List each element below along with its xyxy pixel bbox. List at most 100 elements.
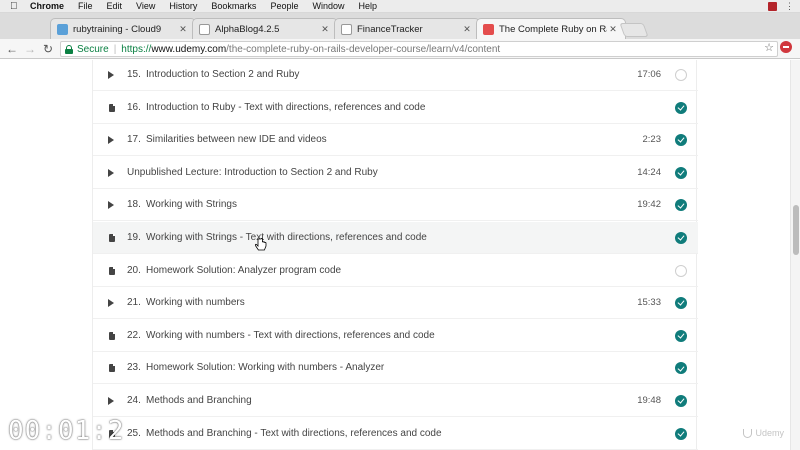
menu-help[interactable]: Help <box>358 0 377 13</box>
lecture-row[interactable]: 23. Homework Solution: Working with numbe… <box>93 352 698 385</box>
incomplete-circle-icon[interactable] <box>675 69 687 81</box>
lecture-number: 20. <box>127 264 141 276</box>
lecture-duration: 17:06 <box>637 69 661 80</box>
lecture-number: 21. <box>127 297 141 309</box>
bookmark-star-icon[interactable]: ☆ <box>764 41 774 54</box>
play-icon <box>108 136 116 145</box>
browser-toolbar: ← → ↻ Secure | https:// www.udemy.com /t… <box>0 39 800 59</box>
close-icon[interactable]: ✕ <box>319 24 331 35</box>
lecture-title[interactable]: Working with numbers - Text with directi… <box>146 330 435 341</box>
completed-check-icon[interactable] <box>675 134 687 147</box>
tab-udemy-course[interactable]: The Complete Ruby on Rails D ✕ <box>476 18 626 39</box>
play-icon <box>108 168 116 177</box>
lecture-row[interactable]: 22. Working with numbers - Text with dire… <box>93 320 698 352</box>
menu-history[interactable]: History <box>169 0 197 13</box>
more-icon[interactable]: ⋮ <box>785 1 794 12</box>
lecture-row[interactable]: 25. Methods and Branching - Text with dir… <box>93 418 698 450</box>
lecture-row[interactable]: Unpublished Lecture: Introduction to Sec… <box>93 157 698 189</box>
completed-check-icon[interactable] <box>675 297 687 310</box>
menu-app-name[interactable]: Chrome <box>30 0 64 13</box>
lecture-number: 22. <box>127 329 141 341</box>
course-content-page: 15. Introduction to Section 2 and Ruby 17:… <box>0 60 800 450</box>
url-host: www.udemy.com <box>151 43 227 55</box>
completed-check-icon[interactable] <box>675 427 687 440</box>
lecture-row[interactable]: 21. Working with numbers 15:33 <box>93 287 698 320</box>
lecture-row[interactable]: 19. Working with Strings - Text with dire… <box>93 222 698 254</box>
close-icon[interactable]: ✕ <box>607 24 619 35</box>
lecture-title[interactable]: Working with Strings <box>146 199 237 210</box>
completed-check-icon[interactable] <box>675 101 687 114</box>
menu-view[interactable]: View <box>136 0 155 13</box>
lecture-title[interactable]: Introduction to Ruby - Text with directi… <box>146 102 425 113</box>
scrollbar-thumb[interactable] <box>793 205 799 255</box>
lecture-title[interactable]: Unpublished Lecture: Introduction to Sec… <box>127 167 378 178</box>
tab-label: AlphaBlog4.2.5 <box>215 23 280 35</box>
tab-financetracker[interactable]: FinanceTracker ✕ <box>334 18 480 39</box>
play-icon <box>108 299 116 308</box>
lecture-title[interactable]: Methods and Branching <box>146 395 252 406</box>
tab-label: The Complete Ruby on Rails D <box>499 23 607 35</box>
tab-alphablog[interactable]: AlphaBlog4.2.5 ✕ <box>192 18 338 39</box>
new-tab-button[interactable] <box>619 23 649 37</box>
lecture-duration: 19:48 <box>637 395 661 406</box>
play-icon <box>108 397 116 405</box>
completed-check-icon[interactable] <box>675 395 687 407</box>
completed-check-icon[interactable] <box>675 232 687 244</box>
extension-icon[interactable] <box>780 41 792 53</box>
lecture-title[interactable]: Homework Solution: Working with numbers … <box>146 362 384 373</box>
completed-check-icon[interactable] <box>675 166 687 179</box>
udemy-icon <box>483 23 494 35</box>
lecture-number: 23. <box>127 362 141 374</box>
lecture-title[interactable]: Working with numbers <box>146 297 245 308</box>
lecture-number: 24. <box>127 395 141 406</box>
incomplete-circle-icon[interactable] <box>675 264 687 277</box>
lecture-title[interactable]: Working with Strings - Text with directi… <box>146 232 427 243</box>
completed-check-icon[interactable] <box>675 199 687 212</box>
lecture-row[interactable]: 20. Homework Solution: Analyzer program c… <box>93 255 698 287</box>
lecture-title[interactable]: Introduction to Section 2 and Ruby <box>146 69 299 80</box>
menu-edit[interactable]: Edit <box>107 0 123 13</box>
play-icon <box>108 201 116 210</box>
divider: | <box>113 43 117 55</box>
lecture-number: 17. <box>127 134 141 146</box>
lecture-row[interactable]: 16. Introduction to Ruby - Text with dire… <box>93 92 698 124</box>
play-icon <box>108 71 116 79</box>
menu-file[interactable]: File <box>78 0 93 13</box>
document-icon <box>108 331 116 340</box>
lecture-title[interactable]: Homework Solution: Analyzer program code <box>146 265 341 276</box>
document-icon <box>108 234 116 242</box>
menu-window[interactable]: Window <box>312 0 344 13</box>
lecture-title[interactable]: Similarities between new IDE and videos <box>146 134 327 145</box>
url-path: /the-complete-ruby-on-rails-developer-co… <box>226 43 501 55</box>
profile-icon[interactable] <box>768 2 777 11</box>
tab-label: FinanceTracker <box>357 23 423 35</box>
video-timecode: 00:01:2 <box>8 416 125 446</box>
lecture-duration: 14:24 <box>637 166 661 178</box>
apple-icon[interactable]:  <box>10 0 20 13</box>
completed-check-icon[interactable] <box>675 362 687 375</box>
tab-cloud9[interactable]: rubytraining - Cloud9 ✕ <box>50 18 196 39</box>
reload-icon[interactable]: ↻ <box>39 42 57 56</box>
lecture-number: 18. <box>127 199 141 211</box>
watermark-label: Udemy <box>755 428 784 438</box>
lecture-row[interactable]: 17. Similarities between new IDE and vide… <box>93 124 698 157</box>
back-icon[interactable]: ← <box>3 42 21 56</box>
lock-icon <box>65 44 73 54</box>
menubar-status: ⋮ <box>768 1 794 12</box>
lecture-number: 15. <box>127 69 141 80</box>
secure-label: Secure <box>77 43 109 55</box>
page-scrollbar[interactable] <box>790 60 800 450</box>
completed-check-icon[interactable] <box>675 329 687 342</box>
close-icon[interactable]: ✕ <box>177 24 189 35</box>
lecture-row[interactable]: 15. Introduction to Section 2 and Ruby 17:… <box>93 59 698 91</box>
menu-people[interactable]: People <box>270 0 298 13</box>
lecture-title[interactable]: Methods and Branching - Text with direct… <box>146 428 442 439</box>
forward-icon[interactable]: → <box>21 42 39 56</box>
close-icon[interactable]: ✕ <box>461 24 473 35</box>
lecture-row[interactable]: 18. Working with Strings 19:42 <box>93 189 698 222</box>
lecture-row[interactable]: 24. Methods and Branching 19:48 <box>93 385 698 417</box>
cloud9-icon <box>57 23 68 35</box>
address-bar[interactable]: Secure | https:// www.udemy.com /the-com… <box>60 41 778 57</box>
menu-bookmarks[interactable]: Bookmarks <box>211 0 256 13</box>
lecture-number: 19. <box>127 232 141 243</box>
